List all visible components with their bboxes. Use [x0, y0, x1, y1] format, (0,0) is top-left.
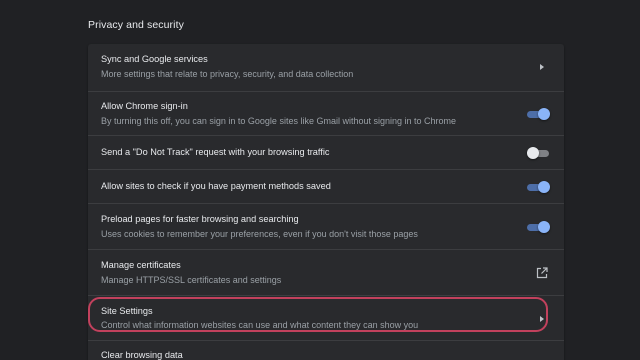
- privacy-settings-card: Sync and Google services More settings t…: [88, 44, 564, 360]
- preload-pages-toggle[interactable]: [527, 221, 550, 233]
- row-manage-certificates[interactable]: Manage certificates Manage HTTPS/SSL cer…: [88, 249, 564, 295]
- row-site-settings[interactable]: Site Settings Control what information w…: [88, 295, 564, 340]
- row-title: Preload pages for faster browsing and se…: [101, 214, 299, 224]
- settings-page: Privacy and security Sync and Google ser…: [0, 0, 640, 360]
- row-subtitle: More settings that relate to privacy, se…: [101, 69, 354, 79]
- section-title: Privacy and security: [88, 19, 184, 31]
- open-in-new-icon[interactable]: [536, 267, 548, 279]
- toggle-knob: [538, 221, 550, 233]
- row-preload-pages: Preload pages for faster browsing and se…: [88, 203, 564, 249]
- do-not-track-toggle[interactable]: [527, 147, 549, 159]
- row-payment-methods: Allow sites to check if you have payment…: [88, 169, 564, 203]
- row-subtitle: By turning this off, you can sign in to …: [101, 116, 457, 126]
- row-title: Send a "Do Not Track" request with your …: [101, 147, 330, 157]
- row-title: Clear browsing data: [101, 350, 183, 360]
- row-title: Sync and Google services: [101, 54, 208, 64]
- payment-methods-toggle[interactable]: [527, 181, 550, 193]
- row-subtitle: Manage HTTPS/SSL certificates and settin…: [101, 275, 282, 285]
- row-sync-google-services[interactable]: Sync and Google services More settings t…: [88, 44, 564, 91]
- toggle-knob: [527, 147, 539, 159]
- toggle-knob: [538, 108, 550, 120]
- row-title: Allow Chrome sign-in: [101, 101, 188, 111]
- row-subtitle: Control what information websites can us…: [101, 320, 419, 330]
- chevron-right-icon[interactable]: [540, 64, 544, 70]
- chevron-right-icon[interactable]: [540, 316, 544, 322]
- sign-in-toggle[interactable]: [527, 108, 550, 120]
- toggle-knob: [538, 181, 550, 193]
- row-title: Allow sites to check if you have payment…: [101, 181, 331, 191]
- row-do-not-track: Send a "Do Not Track" request with your …: [88, 135, 564, 169]
- row-title: Manage certificates: [101, 260, 181, 270]
- row-subtitle: Uses cookies to remember your preference…: [101, 229, 418, 239]
- row-clear-browsing-data[interactable]: Clear browsing data: [88, 340, 564, 360]
- row-allow-chrome-sign-in: Allow Chrome sign-in By turning this off…: [88, 91, 564, 135]
- row-title: Site Settings: [101, 306, 153, 316]
